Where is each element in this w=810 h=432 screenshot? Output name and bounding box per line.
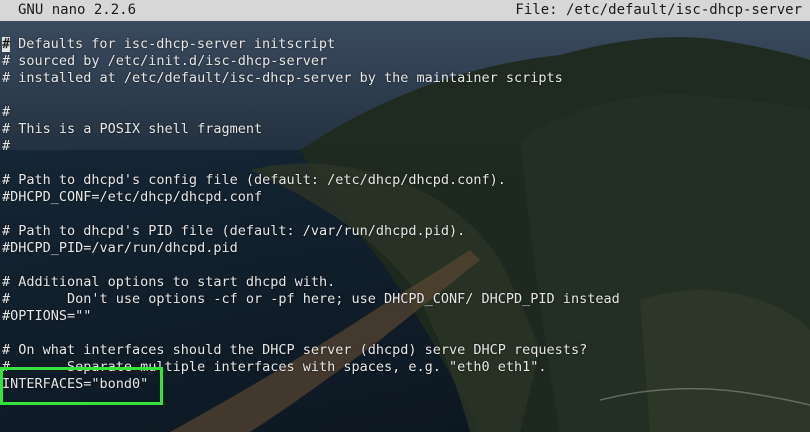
editor-line-rest: Defaults for isc-dhcp-server initscript — [10, 36, 336, 52]
terminal-window[interactable]: GNU nano 2.2.6 File: /etc/default/isc-dh… — [0, 0, 810, 432]
editor-line[interactable]: # Defaults for isc-dhcp-server initscrip… — [2, 36, 808, 53]
open-file-path: File: /etc/default/isc-dhcp-server — [515, 2, 802, 18]
nano-title-bar: GNU nano 2.2.6 File: /etc/default/isc-dh… — [0, 0, 810, 21]
editor-line[interactable]: # installed at /etc/default/isc-dhcp-ser… — [2, 70, 808, 87]
editor-line[interactable]: # Don't use options -cf or -pf here; use… — [2, 291, 808, 308]
editor-line[interactable]: #OPTIONS="" — [2, 308, 808, 325]
editor-line[interactable]: # Additional options to start dhcpd with… — [2, 274, 808, 291]
editor-text-area[interactable]: # Defaults for isc-dhcp-server initscrip… — [2, 36, 808, 393]
editor-line[interactable]: # sourced by /etc/init.d/isc-dhcp-server — [2, 53, 808, 70]
editor-line[interactable] — [2, 87, 808, 104]
editor-line[interactable]: # This is a POSIX shell fragment — [2, 121, 808, 138]
editor-line[interactable] — [2, 206, 808, 223]
editor-line[interactable] — [2, 155, 808, 172]
editor-line[interactable]: #DHCPD_CONF=/etc/dhcp/dhcpd.conf — [2, 189, 808, 206]
text-cursor: # — [2, 36, 11, 52]
editor-line[interactable] — [2, 325, 808, 342]
editor-line[interactable]: # — [2, 104, 808, 121]
editor-line[interactable]: # — [2, 138, 808, 155]
editor-line[interactable]: # Path to dhcpd's config file (default: … — [2, 172, 808, 189]
highlight-box-interfaces — [0, 367, 163, 405]
editor-line[interactable]: #DHCPD_PID=/var/run/dhcpd.pid — [2, 240, 808, 257]
editor-line[interactable]: # On what interfaces should the DHCP ser… — [2, 342, 808, 359]
editor-line[interactable] — [2, 257, 808, 274]
editor-line[interactable]: # Path to dhcpd's PID file (default: /va… — [2, 223, 808, 240]
app-name-version: GNU nano 2.2.6 — [18, 2, 137, 18]
